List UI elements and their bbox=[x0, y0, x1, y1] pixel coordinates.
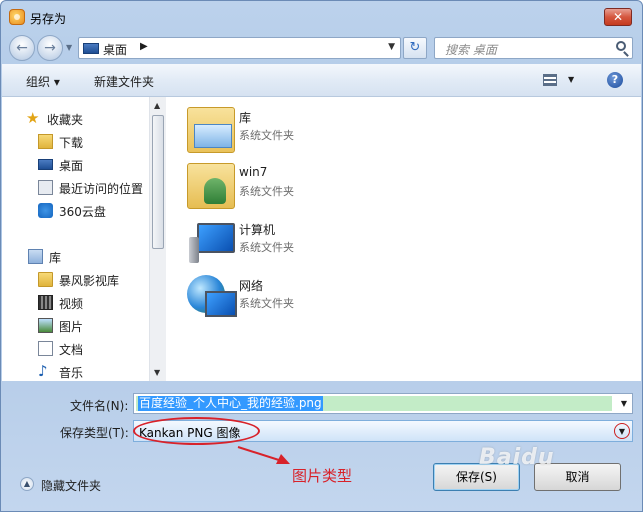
file-list: 库 系统文件夹 win7 系统文件夹 计算机 系统文件夹 网络 系统文件夹 bbox=[167, 97, 641, 381]
sidebar-item-label: 库 bbox=[49, 251, 62, 265]
address-text[interactable]: 桌面 bbox=[103, 41, 127, 58]
dialog-title: 另存为 bbox=[30, 12, 67, 26]
help-icon[interactable]: ? bbox=[607, 72, 623, 88]
recent-pages-dropdown-icon[interactable]: ▼ bbox=[66, 43, 72, 52]
desktop-icon bbox=[83, 43, 99, 54]
sidebar-item-label: 文档 bbox=[59, 343, 84, 357]
file-type: 系统文件夹 bbox=[239, 129, 294, 142]
sidebar-item-libraries[interactable]: 库 bbox=[28, 247, 146, 267]
sidebar-item-music[interactable]: ♪ 音乐 bbox=[38, 362, 148, 381]
scrollbar-thumb[interactable] bbox=[152, 115, 164, 249]
library-icon bbox=[28, 249, 43, 264]
file-item-computer[interactable]: 计算机 系统文件夹 bbox=[187, 217, 387, 267]
annotation-arrow-icon bbox=[237, 446, 290, 464]
recent-places-icon bbox=[38, 180, 53, 195]
music-icon: ♪ bbox=[38, 362, 48, 380]
sidebar-item-label: 图片 bbox=[59, 320, 84, 334]
close-button[interactable]: ✕ bbox=[604, 8, 632, 26]
sidebar-item-recent-places[interactable]: 最近访问的位置 bbox=[38, 178, 148, 198]
sidebar-item-label: 最近访问的位置 bbox=[59, 182, 144, 196]
star-icon: ★ bbox=[26, 109, 40, 127]
filename-field[interactable]: 百度经验_个人中心_我的经验.png ▼ bbox=[133, 393, 633, 414]
app-icon bbox=[9, 9, 25, 25]
organize-menu-button[interactable]: 组织 ▾ bbox=[26, 73, 60, 90]
sidebar-item-favorites[interactable]: ★ 收藏夹 bbox=[26, 109, 146, 129]
breadcrumb-arrow-icon[interactable]: ▶ bbox=[140, 41, 148, 52]
file-item-network[interactable]: 网络 系统文件夹 bbox=[187, 273, 387, 323]
sidebar-item-videos[interactable]: 视频 bbox=[38, 293, 148, 313]
sidebar-item-label: 暴风影视库 bbox=[59, 274, 120, 288]
view-dropdown-icon[interactable]: ▼ bbox=[568, 75, 574, 84]
filename-value[interactable]: 百度经验_个人中心_我的经验.png bbox=[138, 396, 323, 411]
new-folder-button[interactable]: 新建文件夹 bbox=[94, 73, 154, 90]
sidebar-item-label: 音乐 bbox=[59, 366, 84, 380]
cloud-icon bbox=[38, 203, 53, 218]
file-name: 计算机 bbox=[239, 223, 276, 237]
sidebar-item-baofeng-library[interactable]: 暴风影视库 bbox=[38, 270, 148, 290]
back-button[interactable]: ← bbox=[9, 35, 35, 61]
search-placeholder: 搜索 桌面 bbox=[445, 43, 497, 57]
save-as-dialog: 另存为 ✕ ← → ▼ 桌面 ▶ ▼ ↻ 搜索 桌面 组织 ▾ 新建文件夹 ▼ … bbox=[0, 0, 643, 512]
sidebar-item-label: 收藏夹 bbox=[47, 113, 84, 127]
desktop-icon bbox=[38, 159, 53, 170]
file-name: 网络 bbox=[239, 279, 264, 293]
search-icon[interactable] bbox=[616, 41, 626, 51]
navigation-pane: ★ 收藏夹 下载 桌面 最近访问的位置 360云盘 库 暴风影视库 视频 图片 … bbox=[2, 97, 149, 381]
hide-folders-label: 隐藏文件夹 bbox=[41, 479, 102, 493]
folder-icon bbox=[38, 272, 53, 287]
scroll-up-icon[interactable]: ▲ bbox=[154, 101, 160, 110]
filetype-dropdown-icon[interactable]: ▼ bbox=[614, 423, 630, 439]
view-options-icon[interactable] bbox=[543, 74, 557, 86]
filetype-label: 保存类型(T): bbox=[60, 426, 129, 440]
sidebar-scrollbar[interactable]: ▲ ▼ bbox=[149, 97, 166, 381]
sidebar-item-360-cloud[interactable]: 360云盘 bbox=[38, 201, 148, 221]
sidebar-item-label: 视频 bbox=[59, 297, 84, 311]
video-icon bbox=[38, 295, 53, 310]
address-dropdown-icon[interactable]: ▼ bbox=[388, 42, 395, 52]
sidebar-item-desktop[interactable]: 桌面 bbox=[38, 155, 148, 175]
content-area: ★ 收藏夹 下载 桌面 最近访问的位置 360云盘 库 暴风影视库 视频 图片 … bbox=[2, 97, 641, 381]
picture-icon bbox=[38, 318, 53, 333]
filename-label: 文件名(N): bbox=[70, 399, 129, 413]
download-folder-icon bbox=[38, 134, 53, 149]
title-bar: 另存为 ✕ bbox=[1, 1, 642, 33]
scroll-down-icon[interactable]: ▼ bbox=[154, 368, 160, 377]
filename-dropdown-icon[interactable]: ▼ bbox=[621, 399, 627, 408]
refresh-button[interactable]: ↻ bbox=[403, 37, 427, 59]
address-bar[interactable]: 桌面 ▶ ▼ bbox=[78, 37, 401, 59]
sidebar-item-label: 桌面 bbox=[59, 159, 84, 173]
toolbar: 组织 ▾ 新建文件夹 ▼ ? bbox=[2, 64, 641, 97]
file-item-library[interactable]: 库 系统文件夹 bbox=[187, 105, 387, 155]
document-icon bbox=[38, 341, 53, 356]
sidebar-item-label: 下载 bbox=[59, 136, 84, 150]
file-type: 系统文件夹 bbox=[239, 241, 294, 254]
user-folder-icon bbox=[187, 163, 235, 209]
sidebar-item-pictures[interactable]: 图片 bbox=[38, 316, 148, 336]
network-icon bbox=[187, 275, 237, 321]
sidebar-item-downloads[interactable]: 下载 bbox=[38, 132, 148, 152]
search-input[interactable]: 搜索 桌面 bbox=[434, 37, 633, 59]
sidebar-item-label: 360云盘 bbox=[59, 205, 106, 219]
baidu-watermark: Baidu bbox=[479, 445, 555, 470]
hide-folders-toggle[interactable]: ▲ 隐藏文件夹 bbox=[20, 475, 120, 493]
annotation-label: 图片类型 bbox=[292, 467, 353, 485]
file-item-win7[interactable]: win7 系统文件夹 bbox=[187, 161, 387, 211]
computer-icon bbox=[187, 219, 235, 265]
chevron-up-icon: ▲ bbox=[20, 477, 34, 491]
file-type: 系统文件夹 bbox=[239, 297, 294, 310]
navigation-bar: ← → ▼ 桌面 ▶ ▼ ↻ 搜索 桌面 bbox=[1, 33, 642, 63]
library-folder-icon bbox=[187, 107, 235, 153]
forward-button[interactable]: → bbox=[37, 35, 63, 61]
file-name: 库 bbox=[239, 111, 252, 125]
sidebar-item-documents[interactable]: 文档 bbox=[38, 339, 148, 359]
file-type: 系统文件夹 bbox=[239, 185, 294, 198]
annotation-ellipse bbox=[133, 417, 260, 445]
file-name: win7 bbox=[239, 165, 268, 179]
